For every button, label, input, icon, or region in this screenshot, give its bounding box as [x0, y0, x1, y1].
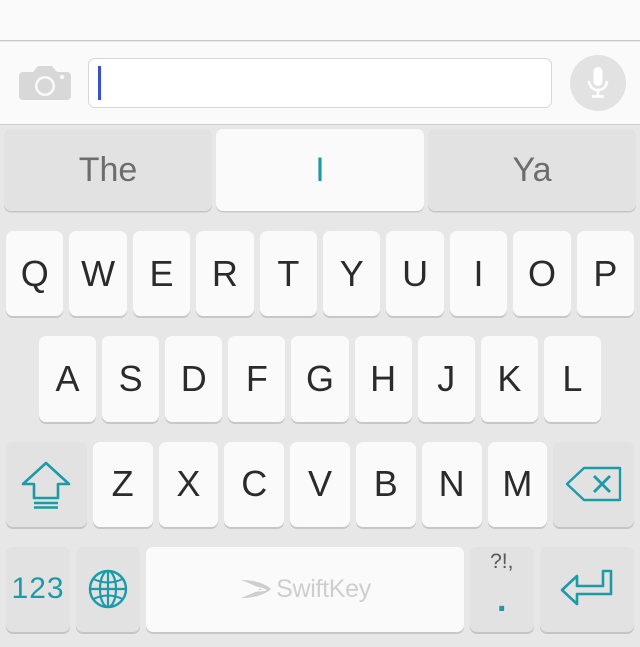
key-p[interactable]: P [576, 231, 635, 317]
suggestion-bar: The I Ya [0, 126, 640, 215]
backspace-key[interactable] [553, 441, 635, 527]
keyboard-row-2: A S D F G H J K L [0, 327, 640, 432]
top-status-area [0, 0, 640, 41]
suggestion-item-0[interactable]: The [4, 129, 212, 211]
voice-input-button[interactable] [570, 55, 626, 111]
keyboard-area: Q W E R T Y U I O P A S D F G H J K L Z … [0, 216, 640, 647]
key-i[interactable]: I [449, 231, 508, 317]
key-m[interactable]: M [487, 441, 548, 527]
text-cursor [98, 66, 101, 100]
shift-caps-lock-key[interactable] [6, 441, 87, 527]
key-h[interactable]: H [354, 336, 412, 422]
swiftkey-logo-icon: SwiftKey [239, 575, 371, 604]
key-u[interactable]: U [386, 231, 444, 317]
camera-icon [17, 62, 73, 104]
language-switch-key[interactable] [76, 546, 141, 632]
key-b[interactable]: B [355, 441, 416, 527]
key-y[interactable]: Y [323, 231, 381, 317]
return-enter-icon [559, 566, 615, 612]
key-o[interactable]: O [513, 231, 571, 317]
backspace-delete-icon [564, 464, 624, 504]
key-c[interactable]: C [224, 441, 285, 527]
suggestion-item-2[interactable]: Ya [428, 129, 636, 211]
key-t[interactable]: T [259, 231, 318, 317]
text-entry-bar [0, 42, 640, 125]
globe-language-icon [86, 567, 130, 611]
key-e[interactable]: E [132, 231, 191, 317]
microphone-icon [583, 64, 613, 102]
keyboard-row-1: Q W E R T Y U I O P [0, 222, 640, 327]
numeric-mode-label: 123 [11, 572, 65, 606]
key-x[interactable]: X [158, 441, 219, 527]
key-l[interactable]: L [543, 336, 601, 422]
camera-button[interactable] [14, 55, 76, 111]
key-r[interactable]: R [196, 231, 254, 317]
enter-key[interactable] [539, 546, 635, 632]
period-key[interactable]: ?!, . [469, 546, 534, 632]
key-q[interactable]: Q [6, 231, 64, 317]
keyboard-row-3: Z X C V B N M [0, 433, 640, 538]
key-g[interactable]: G [291, 336, 349, 422]
key-a[interactable]: A [39, 336, 97, 422]
key-f[interactable]: F [228, 336, 286, 422]
key-v[interactable]: V [290, 441, 350, 527]
numeric-mode-key[interactable]: 123 [6, 546, 71, 632]
key-j[interactable]: J [417, 336, 475, 422]
message-input-field[interactable] [88, 58, 552, 108]
shift-caps-lock-icon [18, 458, 74, 510]
swiftkey-brand-label: SwiftKey [276, 574, 371, 603]
key-z[interactable]: Z [92, 441, 153, 527]
key-k[interactable]: K [480, 336, 538, 422]
key-n[interactable]: N [421, 441, 482, 527]
suggestion-item-1[interactable]: I [216, 129, 424, 211]
key-s[interactable]: S [102, 336, 160, 422]
key-w[interactable]: W [69, 231, 127, 317]
key-d[interactable]: D [165, 336, 223, 422]
keyboard-row-4: 123 SwiftKey ?!, . [0, 538, 640, 643]
period-key-label: . [497, 580, 507, 619]
swiftkey-keyboard-screen: The I Ya Q W E R T Y U I O P A S D F G H… [0, 0, 640, 647]
space-key[interactable]: SwiftKey [146, 546, 464, 632]
period-key-alt-label: ?!, [490, 549, 514, 573]
